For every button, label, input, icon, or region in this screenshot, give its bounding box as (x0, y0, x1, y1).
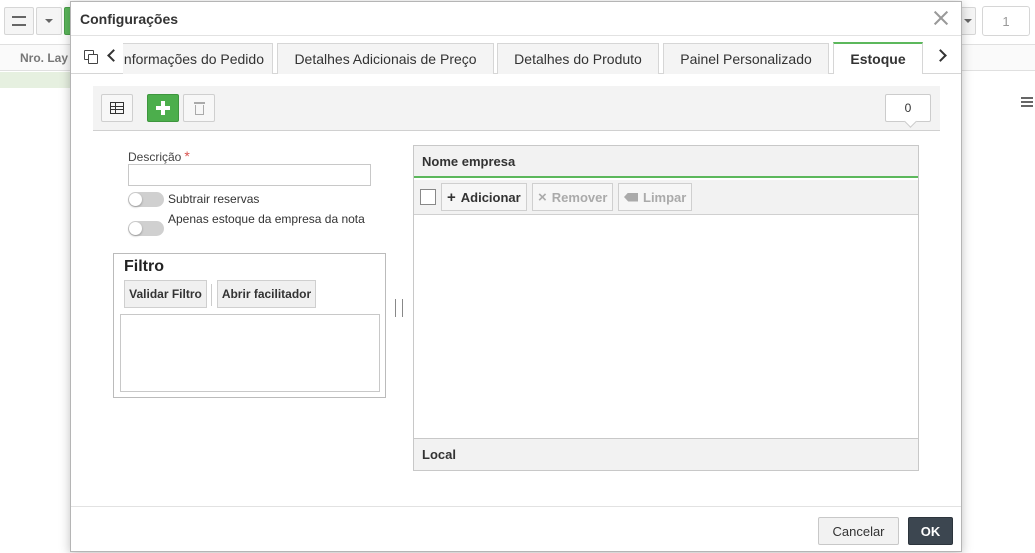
list-view-button[interactable] (4, 7, 34, 35)
empresa-grid-toolbar: + Adicionar × Remover Limpar (414, 180, 918, 215)
trash-icon (193, 101, 205, 115)
select-all-checkbox[interactable] (420, 189, 436, 205)
caret-down-icon (45, 19, 53, 23)
empresa-grid-body (414, 216, 918, 438)
add-button[interactable] (147, 94, 179, 122)
apenas-estoque-label: Apenas estoque da empresa da nota (168, 212, 365, 226)
tab-detalhes-do-produto[interactable]: Detalhes do Produto (497, 43, 659, 74)
close-icon[interactable] (931, 8, 951, 28)
abrir-facilitador-button[interactable]: Abrir facilitador (217, 280, 316, 308)
grid-view-button[interactable] (101, 94, 133, 122)
delete-button[interactable] (183, 94, 215, 122)
validar-filtro-button[interactable]: Validar Filtro (124, 280, 207, 308)
descricao-input[interactable] (128, 164, 371, 186)
eraser-icon (624, 192, 638, 202)
dialog-footer: Cancelar OK (71, 506, 961, 553)
caret-down-icon (963, 19, 972, 23)
dialog-title: Configurações (80, 11, 179, 27)
chevron-left-icon[interactable] (103, 46, 123, 66)
list-icon (12, 16, 26, 26)
ok-button[interactable]: OK (908, 517, 953, 545)
record-counter: 0 (885, 94, 931, 122)
dropdown-button[interactable] (36, 7, 62, 35)
tab-bar: Informações do Pedido Detalhes Adicionai… (71, 40, 961, 74)
chevron-right-icon[interactable] (933, 46, 953, 66)
remover-button[interactable]: × Remover (532, 183, 614, 211)
subtrair-reservas-label: Subtrair reservas (168, 192, 260, 206)
required-mark: * (184, 148, 190, 164)
plus-icon: + (447, 188, 456, 206)
nome-empresa-header: Nome empresa (414, 146, 918, 178)
descricao-label: Descrição * (128, 148, 190, 164)
cancel-button[interactable]: Cancelar (818, 517, 899, 545)
button-separator (211, 284, 212, 306)
plus-icon (156, 101, 170, 115)
filtro-textarea[interactable] (120, 314, 380, 392)
limpar-button[interactable]: Limpar (618, 183, 693, 211)
page-dropdown-button[interactable] (960, 7, 976, 35)
panel-splitter[interactable] (395, 299, 403, 317)
page-number-input[interactable]: 1 (982, 6, 1030, 36)
close-icon: × (538, 188, 547, 206)
tab-estoque[interactable]: Estoque (833, 42, 923, 74)
table-icon (110, 102, 124, 114)
local-header: Local (414, 438, 918, 470)
configuracoes-dialog: Configurações Informações do Pedido Deta… (70, 1, 962, 552)
tab-detalhes-adicionais-de-preco[interactable]: Detalhes Adicionais de Preço (277, 43, 494, 74)
apenas-estoque-toggle[interactable] (128, 221, 164, 236)
column-header-nro-layout: Nro. Lay (20, 51, 69, 65)
adicionar-button[interactable]: + Adicionar (441, 183, 527, 211)
subtrair-reservas-toggle[interactable] (128, 192, 164, 207)
tab-painel-personalizado[interactable]: Painel Personalizado (663, 43, 829, 74)
tab-informacoes-do-pedido[interactable]: Informações do Pedido (123, 43, 273, 74)
dialog-header: Configurações (71, 2, 961, 36)
filtro-panel: Filtro Validar Filtro Abrir facilitador (113, 253, 386, 398)
selected-row-highlight (0, 72, 80, 88)
grid-toolbar: 0 (93, 86, 940, 131)
copy-icon[interactable] (84, 50, 98, 64)
empresa-grid-panel: Nome empresa + Adicionar × Remover Limpa… (413, 145, 919, 471)
filtro-title: Filtro (124, 258, 164, 275)
hamburger-menu-icon[interactable] (1021, 97, 1033, 107)
